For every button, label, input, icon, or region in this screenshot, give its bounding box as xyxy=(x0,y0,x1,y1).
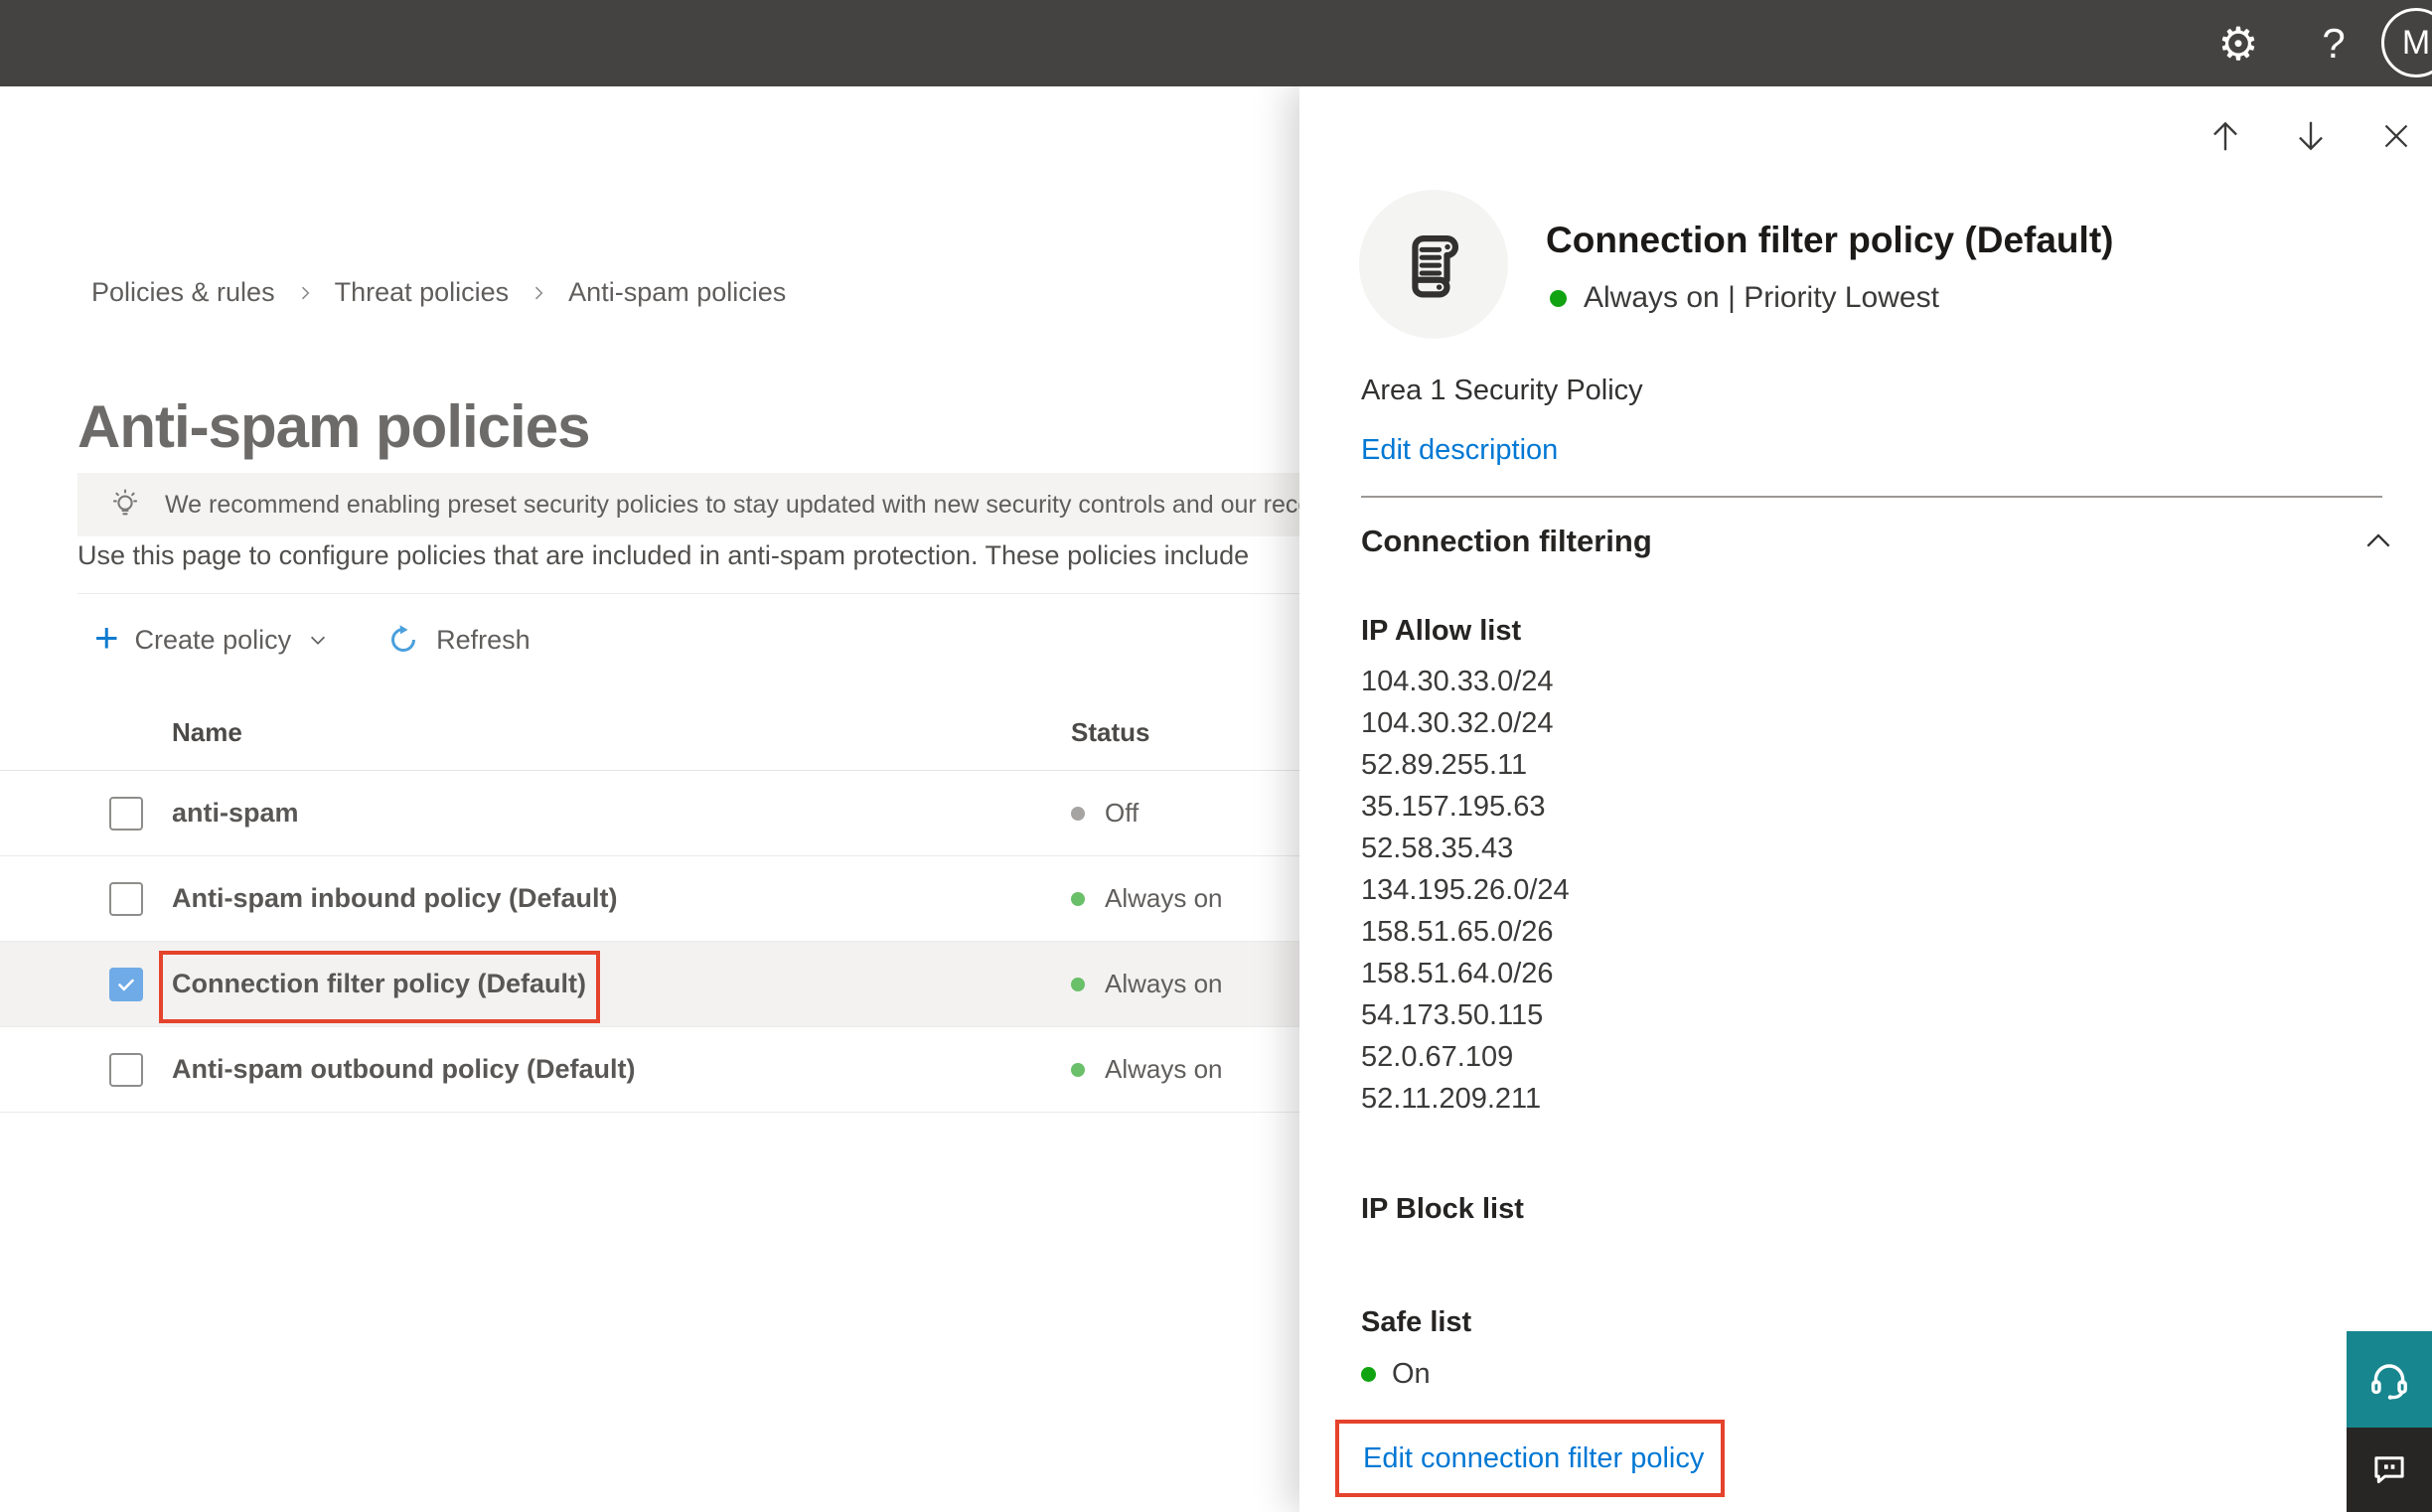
arrow-down-icon xyxy=(2299,121,2323,151)
column-header-name[interactable]: Name xyxy=(0,717,1071,748)
avatar-initial: M xyxy=(2401,23,2431,62)
status-dot-on xyxy=(1361,1367,1376,1382)
plus-icon: + xyxy=(94,614,119,661)
status-cell: Off xyxy=(1071,798,1139,829)
settings-button[interactable]: ⚙ xyxy=(2204,0,2273,86)
page-title: Anti-spam policies xyxy=(77,393,590,460)
ip-entry: 158.51.65.0/26 xyxy=(1361,916,1554,948)
row-checkbox-checked[interactable] xyxy=(109,968,143,1001)
ip-entry: 54.173.50.115 xyxy=(1361,999,1544,1031)
feedback-button[interactable] xyxy=(2347,1428,2432,1512)
chevron-down-icon xyxy=(307,629,329,651)
section-connection-filtering: Connection filtering xyxy=(1361,524,2394,559)
ip-block-list-title: IP Block list xyxy=(1361,1193,1524,1225)
close-panel-button[interactable] xyxy=(2374,114,2418,158)
panel-divider xyxy=(1361,496,2382,498)
section-title: Connection filtering xyxy=(1361,524,1652,558)
panel-title: Connection filter policy (Default) xyxy=(1546,220,2114,260)
next-item-button[interactable] xyxy=(2289,114,2333,158)
feedback-icon xyxy=(2374,1455,2404,1483)
topbar: ⚙ ? M xyxy=(0,0,2432,86)
status-dot-on xyxy=(1550,289,1567,307)
edit-connection-filter-policy-link[interactable]: Edit connection filter policy xyxy=(1363,1442,1704,1475)
safe-list-status: On xyxy=(1361,1358,1431,1391)
ip-entry: 104.30.33.0/24 xyxy=(1361,666,1554,697)
annotation-highlight-edit-link: Edit connection filter policy xyxy=(1335,1420,1725,1497)
breadcrumb-threat-policies[interactable]: Threat policies xyxy=(335,277,510,308)
status-cell: Always on xyxy=(1071,1054,1223,1085)
ip-entry: 158.51.64.0/26 xyxy=(1361,958,1554,989)
policy-name[interactable]: Anti-spam outbound policy (Default) xyxy=(0,1054,1071,1085)
ip-entry: 134.195.26.0/24 xyxy=(1361,874,1570,906)
help-icon: ? xyxy=(2322,19,2346,67)
help-button[interactable]: ? xyxy=(2299,0,2368,86)
row-checkbox[interactable] xyxy=(109,1053,143,1087)
lightbulb-icon xyxy=(107,487,143,523)
create-policy-label: Create policy xyxy=(134,624,292,655)
breadcrumb: Policies & rules Threat policies Anti-sp… xyxy=(91,277,786,308)
status-label: Off xyxy=(1105,798,1140,828)
chevron-right-icon xyxy=(529,283,548,303)
create-policy-button[interactable]: + Create policy xyxy=(94,617,329,659)
status-cell: Always on xyxy=(1071,883,1223,914)
policy-name[interactable]: Connection filter policy (Default) xyxy=(0,969,1071,999)
ip-allow-list: 104.30.33.0/24 104.30.32.0/24 52.89.255.… xyxy=(1361,661,1570,1120)
screen: ⚙ ? M Policies & rules Threat policies A… xyxy=(0,0,2432,1512)
safe-list-title: Safe list xyxy=(1361,1306,1472,1338)
status-label: Always on xyxy=(1105,883,1223,913)
ip-entry: 52.58.35.43 xyxy=(1361,832,1514,864)
policy-description: Area 1 Security Policy xyxy=(1361,375,1643,406)
ip-entry: 35.157.195.63 xyxy=(1361,791,1546,823)
ip-entry: 104.30.32.0/24 xyxy=(1361,707,1554,739)
ip-entry: 52.89.255.11 xyxy=(1361,749,1528,781)
refresh-button[interactable]: Refresh xyxy=(386,623,531,657)
panel-status-text: Always on | Priority Lowest xyxy=(1584,281,1939,314)
previous-item-button[interactable] xyxy=(2204,114,2247,158)
status-dot-off xyxy=(1071,806,1085,821)
arrow-up-icon xyxy=(2213,121,2237,151)
row-checkbox[interactable] xyxy=(109,882,143,916)
chevron-right-icon xyxy=(295,283,315,303)
headset-icon xyxy=(2371,1363,2407,1400)
policy-icon-circle xyxy=(1359,190,1508,339)
collapse-section-button[interactable] xyxy=(2362,526,2394,557)
checkmark-icon xyxy=(118,979,134,991)
close-icon xyxy=(2384,124,2408,148)
banner-text: We recommend enabling preset security po… xyxy=(165,490,1367,519)
ip-allow-list-title: IP Allow list xyxy=(1361,615,1522,647)
support-button[interactable] xyxy=(2347,1331,2432,1428)
scroll-icon xyxy=(1412,235,1458,298)
status-dot-on xyxy=(1071,1062,1085,1077)
status-label: Always on xyxy=(1105,969,1223,998)
details-panel: Connection filter policy (Default) Alway… xyxy=(1299,86,2432,1512)
breadcrumb-policies-rules[interactable]: Policies & rules xyxy=(91,277,275,308)
ip-entry: 52.0.67.109 xyxy=(1361,1041,1514,1073)
row-checkbox[interactable] xyxy=(109,797,143,831)
chevron-up-icon xyxy=(2366,533,2390,547)
panel-status-line: Always on | Priority Lowest xyxy=(1550,281,1939,315)
column-header-status[interactable]: Status xyxy=(1071,717,1149,748)
status-label: Always on xyxy=(1105,1054,1223,1084)
refresh-icon xyxy=(386,623,420,657)
edit-description-link[interactable]: Edit description xyxy=(1361,434,1558,467)
toolbar: + Create policy Refresh xyxy=(94,608,531,672)
status-cell: Always on xyxy=(1071,969,1223,999)
ip-entry: 52.11.209.211 xyxy=(1361,1083,1542,1115)
panel-icon-bar xyxy=(2204,114,2418,158)
policy-name[interactable]: anti-spam xyxy=(0,798,1071,829)
avatar[interactable]: M xyxy=(2381,8,2432,77)
refresh-label: Refresh xyxy=(436,624,531,655)
safe-list-status-label: On xyxy=(1392,1358,1431,1390)
policy-name[interactable]: Anti-spam inbound policy (Default) xyxy=(0,883,1071,914)
breadcrumb-current: Anti-spam policies xyxy=(568,277,787,307)
status-dot-on xyxy=(1071,977,1085,991)
status-dot-on xyxy=(1071,891,1085,906)
gear-icon: ⚙ xyxy=(2217,16,2259,71)
